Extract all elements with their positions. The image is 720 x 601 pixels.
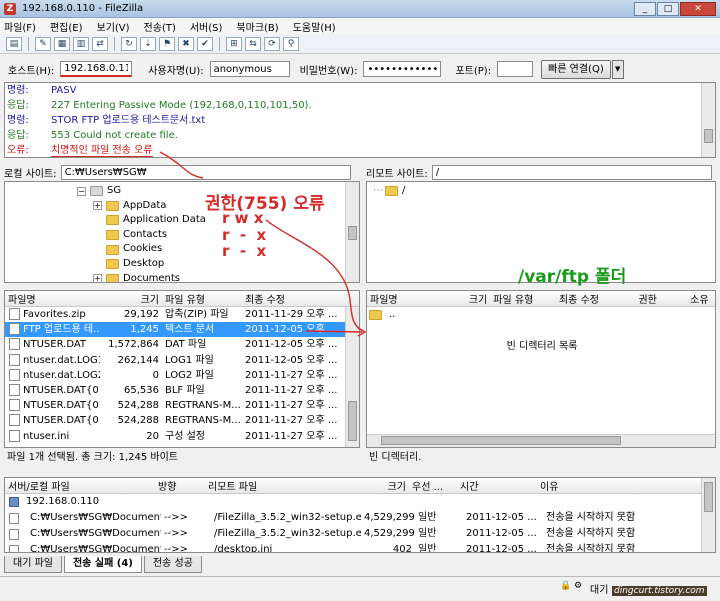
arrow-file-to-remote [305,330,363,333]
arrow-error-to-note [159,151,204,179]
arrow-note-to-remote [265,219,366,333]
annotation-arrows [159,151,367,337]
